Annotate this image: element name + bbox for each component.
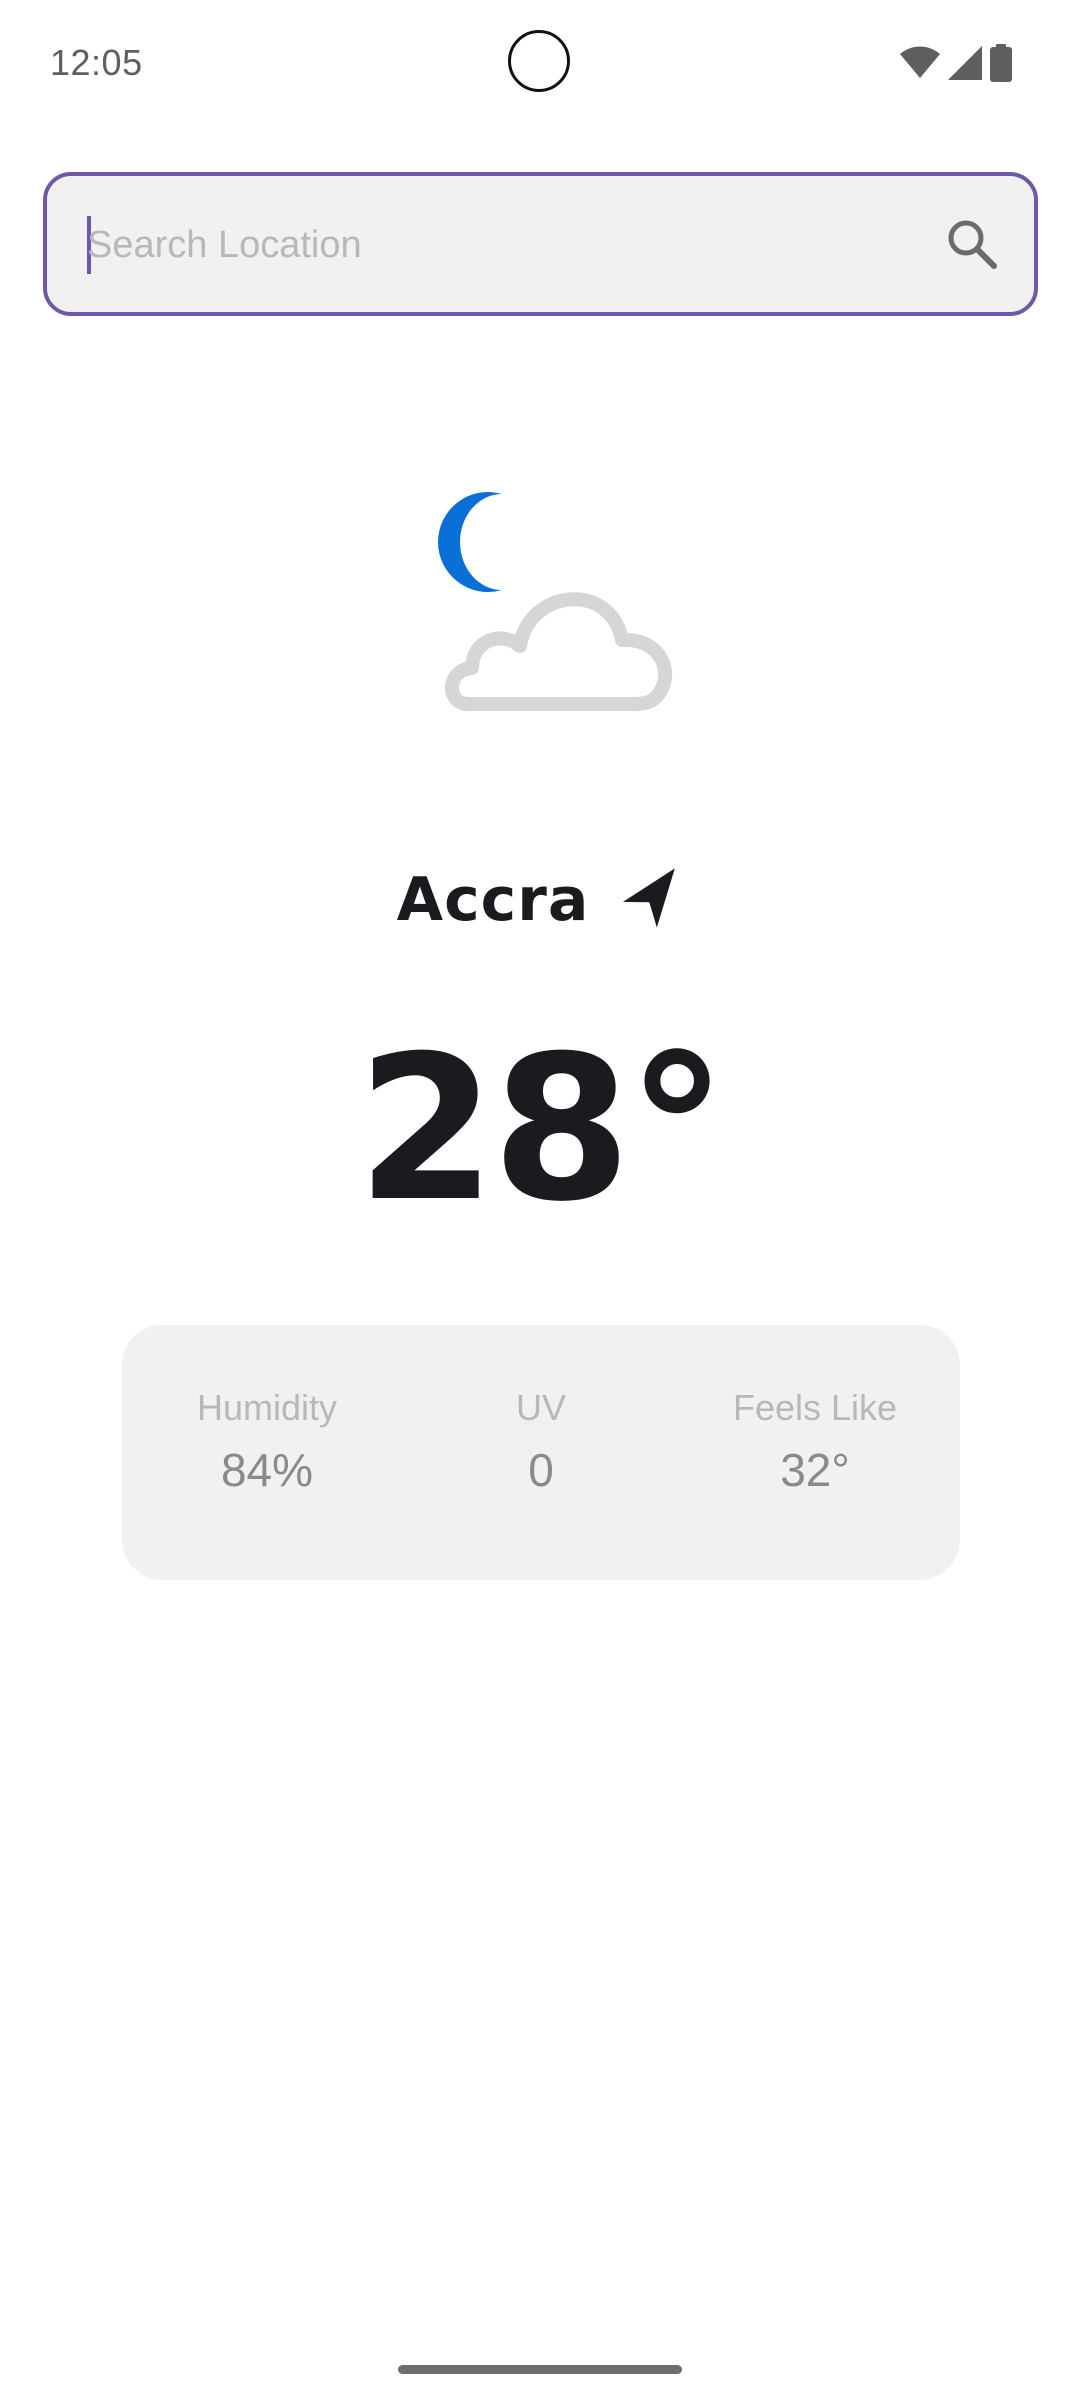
camera-cutout — [508, 30, 570, 92]
search-icon[interactable] — [942, 214, 1002, 274]
cell-signal-icon — [948, 46, 982, 80]
uv-stat: UV 0 — [421, 1387, 661, 1497]
navigation-arrow-icon[interactable] — [619, 868, 683, 932]
gesture-nav-bar[interactable] — [398, 2365, 682, 2374]
moon-cloud-icon — [438, 492, 673, 711]
wifi-icon — [900, 46, 940, 78]
location-row: Accra — [0, 850, 1080, 950]
uv-value: 0 — [528, 1444, 554, 1496]
status-time: 12:05 — [50, 42, 143, 83]
current-temperature: 28° — [356, 1013, 727, 1246]
uv-label: UV — [515, 1387, 566, 1428]
search-input[interactable] — [87, 206, 947, 284]
feels-like-stat: Feels Like 32° — [695, 1387, 935, 1497]
weather-stats-card: Humidity 84% UV 0 Feels Like 32° — [122, 1325, 960, 1580]
weather-screen: 12:05 Accra — [0, 0, 1080, 2400]
search-box[interactable] — [43, 172, 1038, 316]
humidity-label: Humidity — [196, 1387, 338, 1428]
humidity-value: 84% — [220, 1444, 314, 1496]
battery-icon — [990, 44, 1012, 82]
humidity-stat: Humidity 84% — [147, 1387, 387, 1497]
feels-like-value: 32° — [780, 1444, 850, 1496]
status-icons — [900, 44, 1012, 82]
status-bar: 12:05 — [0, 0, 1080, 130]
city-name: Accra — [396, 865, 590, 935]
feels-like-label: Feels Like — [732, 1387, 898, 1428]
